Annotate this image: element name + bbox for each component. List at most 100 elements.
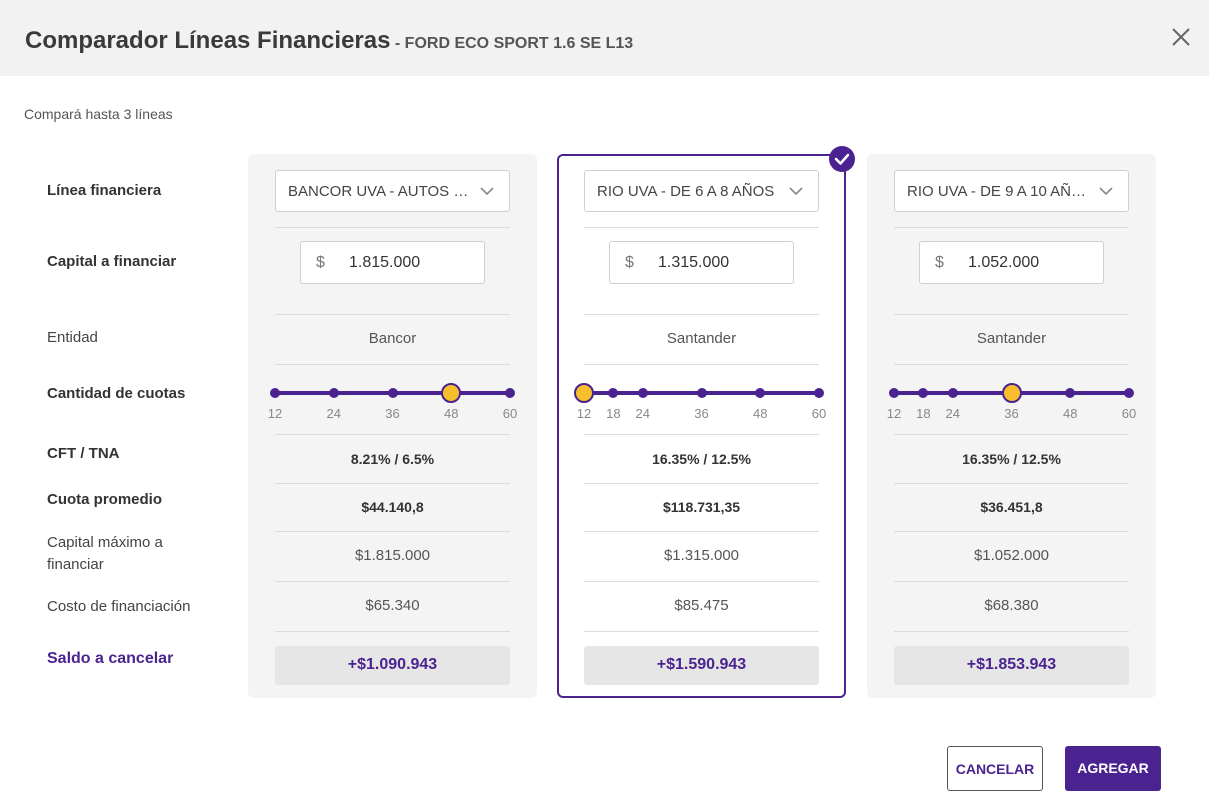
slider-tick-label: 18	[606, 406, 621, 421]
capital-value: 1.815.000	[349, 254, 421, 271]
row-divider	[584, 364, 819, 365]
row-divider	[275, 434, 510, 435]
slider-tick-label: 24	[945, 406, 960, 421]
slider-thumb[interactable]	[1001, 383, 1022, 403]
slider-tick-label: 12	[886, 406, 902, 421]
chevron-down-icon	[789, 187, 803, 196]
slider-stop[interactable]	[889, 388, 899, 398]
label-cuotas: Cantidad de cuotas	[47, 385, 186, 402]
slider-stop[interactable]	[608, 388, 619, 398]
label-entidad: Entidad	[47, 329, 98, 346]
slider-tick-label: 18	[916, 406, 931, 421]
slider-tick-label: 36	[1004, 406, 1019, 421]
chevron-down-icon	[480, 187, 494, 196]
slider-thumb[interactable]	[574, 383, 594, 403]
cft-tna-value: 8.21% / 6.5%	[350, 451, 435, 467]
capital-maximo-value: $1.315.000	[663, 547, 740, 564]
column-body: BANCOR UVA - AUTOS H... $1.815.000 Bancor 8…	[248, 154, 537, 698]
comparison-column: BANCOR UVA - AUTOS H... $1.815.000 Bancor 8…	[248, 154, 537, 698]
saldo-value: +$1.090.943	[275, 646, 510, 685]
label-capital: Capital a financiar	[47, 253, 177, 270]
cuota-promedio-value: $36.451,8	[980, 499, 1043, 515]
costo-value: $68.380	[984, 597, 1039, 614]
slider-stop[interactable]	[270, 388, 280, 398]
selected-badge	[829, 146, 855, 172]
column-body: RIO UVA - DE 6 A 8 AÑOS $1.315.000 Santand…	[557, 154, 842, 694]
close-button[interactable]	[1168, 24, 1194, 50]
row-divider	[894, 314, 1129, 315]
slider-stop[interactable]	[637, 388, 648, 398]
linea-select-value: RIO UVA - DE 6 A 8 AÑOS	[597, 183, 775, 200]
capital-value: 1.052.000	[968, 254, 1040, 271]
label-linea: Línea financiera	[47, 182, 162, 199]
row-divider	[584, 531, 819, 532]
row-divider	[275, 581, 510, 582]
capital-value: 1.315.000	[658, 254, 730, 271]
slider-stop[interactable]	[755, 388, 766, 398]
compare-hint: Compará hasta 3 líneas	[24, 106, 173, 122]
row-divider	[894, 483, 1129, 484]
row-divider	[894, 227, 1129, 228]
slider-stop[interactable]	[387, 388, 398, 398]
add-button[interactable]: AGREGAR	[1065, 746, 1161, 791]
label-cuota-promedio: Cuota promedio	[47, 491, 162, 508]
row-divider	[894, 364, 1129, 365]
costo-value: $65.340	[365, 597, 420, 614]
row-divider	[894, 631, 1129, 632]
saldo-value: +$1.590.943	[584, 646, 819, 685]
slider-tick-label: 48	[753, 406, 768, 421]
slider-tick-label: 60	[811, 406, 827, 421]
page-title: Comparador Líneas Financieras	[25, 27, 391, 54]
slider-stop[interactable]	[918, 388, 929, 398]
row-divider	[584, 314, 819, 315]
slider-stop[interactable]	[328, 388, 339, 398]
chevron-down-icon	[1099, 187, 1113, 196]
row-divider	[275, 364, 510, 365]
label-saldo: Saldo a cancelar	[47, 650, 174, 667]
linea-select[interactable]: BANCOR UVA - AUTOS H...	[275, 170, 510, 212]
cancel-button[interactable]: CANCELAR	[947, 746, 1043, 791]
capital-input[interactable]: $1.315.000	[609, 241, 794, 284]
cuotas-slider[interactable]: 12 24 36 48 60	[248, 374, 537, 424]
slider-stop[interactable]	[1065, 388, 1076, 398]
capital-maximo-value: $1.815.000	[354, 547, 431, 564]
linea-select-value: RIO UVA - DE 9 A 10 AÑOS	[907, 183, 1092, 200]
linea-select[interactable]: RIO UVA - DE 9 A 10 AÑOS	[894, 170, 1129, 212]
cuotas-slider[interactable]: 12 18 24 36 48 60	[867, 374, 1156, 424]
slider-tick-label: 12	[267, 406, 283, 421]
saldo-value: +$1.853.943	[894, 646, 1129, 685]
slider-stop[interactable]	[505, 388, 515, 398]
capital-input[interactable]: $1.815.000	[300, 241, 485, 284]
slider-stop[interactable]	[696, 388, 707, 398]
slider-tick-label: 36	[385, 406, 400, 421]
row-divider	[894, 434, 1129, 435]
cuota-promedio-value: $118.731,35	[662, 499, 741, 515]
linea-select[interactable]: RIO UVA - DE 6 A 8 AÑOS	[584, 170, 819, 212]
slider-tick-label: 24	[635, 406, 650, 421]
entidad-value: Santander	[976, 330, 1047, 347]
check-icon	[834, 153, 850, 165]
row-divider	[894, 531, 1129, 532]
slider-stop[interactable]	[1124, 388, 1134, 398]
slider-thumb[interactable]	[441, 383, 462, 403]
slider-tick-label: 24	[326, 406, 341, 421]
row-divider	[584, 631, 819, 632]
capital-input[interactable]: $1.052.000	[919, 241, 1104, 284]
row-divider	[584, 483, 819, 484]
slider-tick-label: 60	[502, 406, 518, 421]
currency-symbol: $	[625, 254, 634, 271]
cuotas-slider[interactable]: 12 18 24 36 48 60	[557, 374, 842, 424]
label-cft: CFT / TNA	[47, 445, 120, 462]
row-divider	[275, 483, 510, 484]
slider-stop[interactable]	[947, 388, 958, 398]
row-divider	[275, 314, 510, 315]
row-divider	[584, 227, 819, 228]
row-divider	[275, 531, 510, 532]
row-divider	[894, 581, 1129, 582]
close-icon	[1172, 28, 1190, 46]
slider-tick-label: 36	[694, 406, 709, 421]
currency-symbol: $	[316, 254, 325, 271]
cuota-promedio-value: $44.140,8	[361, 499, 424, 515]
column-body: RIO UVA - DE 9 A 10 AÑOS $1.052.000 Santan…	[867, 154, 1156, 698]
slider-stop[interactable]	[814, 388, 824, 398]
